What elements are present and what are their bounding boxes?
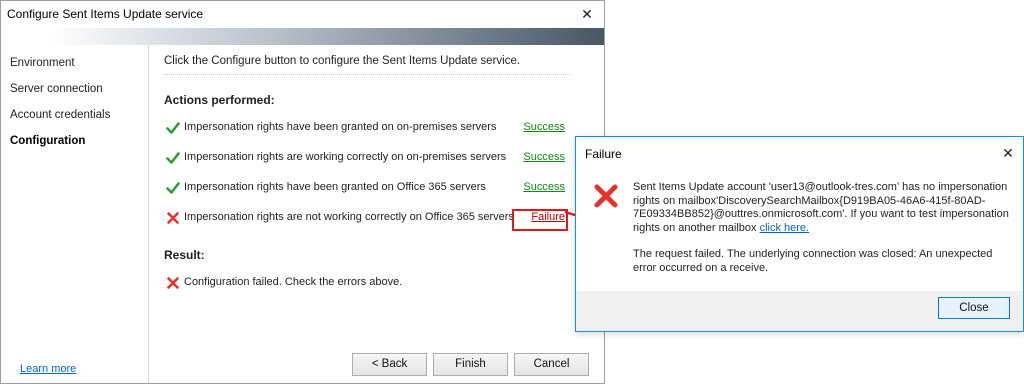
wizard-window: Configure Sent Items Update service ✕ En…	[0, 0, 605, 384]
check-icon	[166, 152, 180, 164]
cross-icon	[167, 277, 179, 289]
error-detail: The request failed. The underlying conne…	[633, 248, 993, 274]
result-text: Configuration failed. Check the errors a…	[184, 276, 403, 288]
sidebar-item-server-connection[interactable]: Server connection	[10, 83, 103, 95]
content-pane: Click the Configure button to configure …	[150, 45, 604, 383]
sidebar-item-configuration[interactable]: Configuration	[10, 135, 85, 147]
sidebar-item-account-credentials[interactable]: Account credentials	[10, 109, 110, 121]
sidebar: Environment Server connection Account cr…	[1, 45, 149, 383]
error-message-text: Sent Items Update account 'user13@outloo…	[633, 181, 1009, 234]
action-text: Impersonation rights are working correct…	[184, 151, 507, 163]
title-bar: Configure Sent Items Update service ✕	[1, 1, 604, 28]
back-button[interactable]: < Back	[352, 353, 427, 376]
action-text: Impersonation rights are not working cor…	[184, 211, 514, 223]
status-failure-link[interactable]: Failure	[531, 211, 565, 223]
finish-button[interactable]: Finish	[433, 353, 508, 376]
close-icon[interactable]: ✕	[577, 5, 597, 23]
check-icon	[166, 182, 180, 194]
error-message: Sent Items Update account 'user13@outloo…	[633, 181, 1017, 235]
header-banner	[1, 28, 604, 45]
action-text: Impersonation rights have been granted o…	[184, 181, 486, 193]
divider	[164, 74, 570, 75]
cross-icon	[167, 212, 179, 224]
dialog-title: Failure	[585, 147, 622, 161]
status-success-link[interactable]: Success	[523, 121, 565, 133]
status-success-link[interactable]: Success	[523, 151, 565, 163]
status-success-link[interactable]: Success	[523, 181, 565, 193]
close-button[interactable]: Close	[938, 297, 1010, 319]
cancel-button[interactable]: Cancel	[514, 353, 589, 376]
close-icon[interactable]: ✕	[999, 144, 1017, 162]
error-icon	[594, 184, 618, 208]
check-icon	[166, 122, 180, 134]
sidebar-item-environment[interactable]: Environment	[10, 57, 75, 69]
actions-heading: Actions performed:	[164, 93, 275, 107]
learn-more-link[interactable]: Learn more	[20, 363, 76, 375]
window-title: Configure Sent Items Update service	[7, 7, 204, 21]
action-text: Impersonation rights have been granted o…	[184, 121, 497, 133]
result-heading: Result:	[164, 248, 205, 262]
failure-dialog: Failure ✕ Sent Items Update account 'use…	[575, 136, 1024, 332]
click-here-link[interactable]: click here.	[760, 222, 810, 234]
intro-text: Click the Configure button to configure …	[164, 55, 521, 67]
